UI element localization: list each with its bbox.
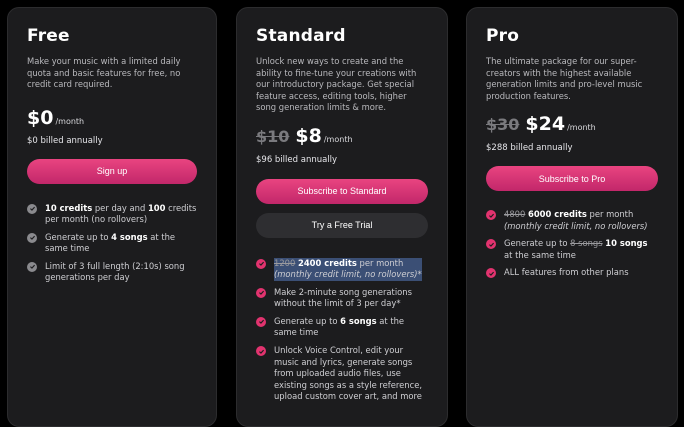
feature-old-value: 8 songs <box>570 238 603 249</box>
feature-item: Make 2-minute song generations without t… <box>256 287 428 310</box>
subscribe-standard-button[interactable]: Subscribe to Standard <box>256 178 428 204</box>
feature-list: 10 credits per day and 100 credits per m… <box>27 203 197 285</box>
free-trial-button[interactable]: Try a Free Trial <box>256 212 428 238</box>
feature-text: Generate up to <box>274 315 341 326</box>
feature-bold: 2400 credits <box>298 257 357 268</box>
feature-text: Make 2-minute song generations without t… <box>274 286 412 309</box>
billed-text: $96 billed annually <box>256 154 338 165</box>
price-period: /month <box>567 123 596 132</box>
check-icon <box>256 346 266 357</box>
feature-bold: 4 songs <box>111 231 148 242</box>
feature-item: 4800 6000 credits per month (monthly cred… <box>486 209 658 232</box>
feature-item: Unlock Voice Control, edit your music an… <box>256 345 428 403</box>
feature-text: Generate up to <box>504 238 571 249</box>
price-period: /month <box>323 134 353 144</box>
feature-text: Unlock Voice Control, edit your music an… <box>274 345 423 402</box>
feature-item: ALL features from other plans <box>486 267 658 279</box>
feature-item: Limit of 3 full length (2:10s) song gene… <box>27 261 197 284</box>
feature-item: Generate up to 6 songs at the same time <box>256 316 428 339</box>
feature-text: Limit of 3 full length (2:10s) song gene… <box>45 260 185 283</box>
check-icon <box>256 287 266 298</box>
feature-bold: 10 credits <box>45 202 93 213</box>
feature-old-value: 4800 <box>504 209 526 219</box>
feature-note: (monthly credit limit, no rollovers) <box>504 220 648 231</box>
plan-card-standard: Standard Unlock new ways to create and t… <box>236 7 448 427</box>
feature-text: Generate up to <box>45 231 112 242</box>
price: $24 <box>525 113 566 135</box>
check-icon <box>256 258 266 269</box>
price-period: /month <box>55 116 85 126</box>
plan-card-pro: Pro The ultimate package for our super-c… <box>466 7 678 427</box>
plan-title: Free <box>27 26 70 46</box>
feature-old-value: 1200 <box>274 257 296 268</box>
old-price: $10 <box>256 126 290 146</box>
feature-item: 1200 2400 credits per month (monthly cred… <box>256 257 428 281</box>
plan-description: Unlock new ways to create and the abilit… <box>256 56 417 112</box>
plan-title: Pro <box>486 26 520 46</box>
price-row: $10 $8 /month <box>256 125 428 151</box>
feature-bold: 10 songs <box>605 238 648 249</box>
feature-bold: 6 songs <box>340 315 377 326</box>
feature-text: at the same time <box>504 249 576 260</box>
check-icon <box>27 232 37 243</box>
feature-bold: 6000 credits <box>528 209 587 219</box>
check-icon <box>486 239 496 250</box>
old-price: $30 <box>486 115 520 134</box>
feature-item: Generate up to 8 songs 10 songs at the s… <box>486 238 658 261</box>
price: $0 <box>27 106 54 129</box>
feature-text: ALL features from other plans <box>504 267 629 278</box>
billed-text: $288 billed annually <box>486 143 573 153</box>
plan-card-free: Free Make your music with a limited dail… <box>7 7 217 427</box>
price-row: $0 /month <box>27 107 197 133</box>
check-icon <box>256 316 266 327</box>
check-icon <box>27 203 37 214</box>
plan-title: Standard <box>256 26 346 46</box>
sign-up-button[interactable]: Sign up <box>27 158 197 184</box>
plan-description: The ultimate package for our super-creat… <box>486 56 643 101</box>
feature-bold: 100 <box>147 202 166 213</box>
feature-item: Generate up to 4 songs at the same time <box>27 232 197 255</box>
feature-list: 1200 2400 credits per month (monthly cred… <box>256 257 428 404</box>
feature-item: 10 credits per day and 100 credits per m… <box>27 203 197 226</box>
feature-list: 4800 6000 credits per month (monthly cred… <box>486 209 658 279</box>
billed-text: $0 billed annually <box>27 135 103 146</box>
price: $8 <box>295 124 322 147</box>
feature-text: per day and <box>92 202 148 213</box>
check-icon <box>27 261 37 272</box>
check-icon <box>486 210 496 220</box>
price-row: $30 $24 /month <box>486 113 658 139</box>
feature-text: per month <box>356 257 404 268</box>
feature-note: (monthly credit limit, no rollovers)* <box>274 269 422 280</box>
plan-description: Make your music with a limited daily quo… <box>27 56 181 89</box>
subscribe-pro-button[interactable]: Subscribe to Pro <box>486 166 658 191</box>
check-icon <box>486 268 496 279</box>
feature-text: per month <box>586 209 634 219</box>
